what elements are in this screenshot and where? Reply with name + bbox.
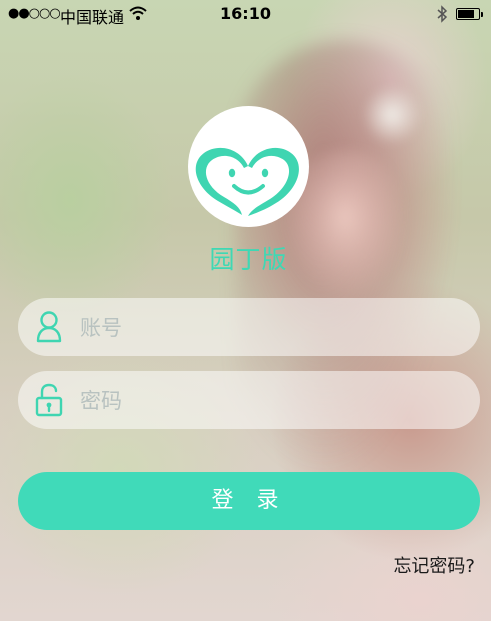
battery-level [458,10,474,18]
bluetooth-icon [436,5,448,27]
battery-icon [456,8,483,20]
login-screen: ●●○○○ 中国联通 16:10 园丁版 账号 登 录 忘记密码? [0,0,491,621]
account-input[interactable] [78,298,462,358]
login-button[interactable]: 登 录 [18,472,480,530]
account-field[interactable] [18,298,480,358]
status-bar: ●●○○○ 中国联通 16:10 [0,0,491,30]
forgot-password-link[interactable]: 忘记密码? [393,552,475,578]
background-photo-bow [362,85,422,145]
app-logo [188,106,309,227]
heart-smile-icon [195,147,299,216]
password-input[interactable] [78,371,462,431]
user-icon [34,310,64,344]
unlock-icon [34,383,64,417]
password-field[interactable] [18,371,480,431]
app-name: 园丁版 [209,245,288,274]
clock: 16:10 [220,4,271,23]
